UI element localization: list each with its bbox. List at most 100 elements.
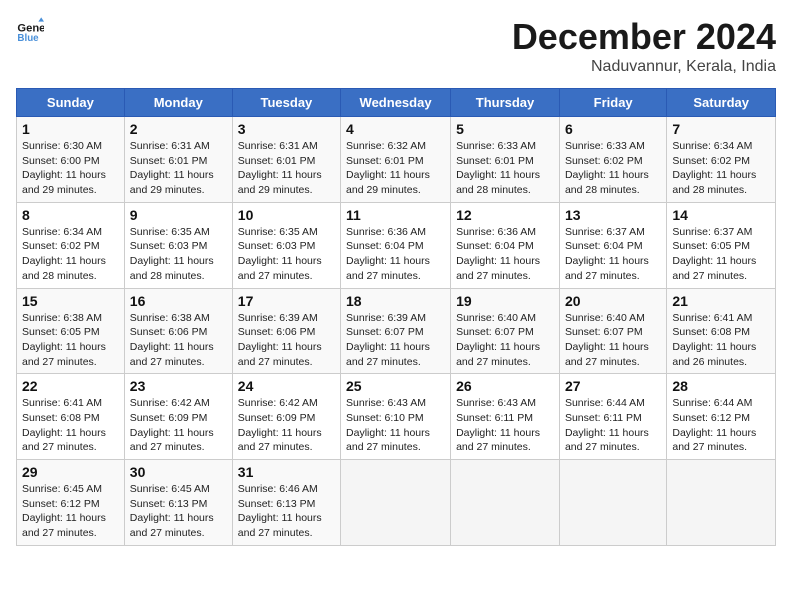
day-number: 14 [672, 207, 770, 223]
calendar-cell: 16Sunrise: 6:38 AM Sunset: 6:06 PM Dayli… [124, 288, 232, 374]
day-info: Sunrise: 6:41 AM Sunset: 6:08 PM Dayligh… [672, 311, 770, 370]
day-number: 11 [346, 207, 445, 223]
calendar-week-1: 1 Sunrise: 6:30 AM Sunset: 6:00 PM Daylig… [17, 117, 776, 203]
column-header-monday: Monday [124, 89, 232, 117]
day-info: Sunrise: 6:42 AM Sunset: 6:09 PM Dayligh… [130, 396, 227, 455]
column-header-saturday: Saturday [667, 89, 776, 117]
day-number: 23 [130, 378, 227, 394]
day-info: Sunrise: 6:35 AM Sunset: 6:03 PM Dayligh… [238, 225, 335, 284]
calendar-header-row: SundayMondayTuesdayWednesdayThursdayFrid… [17, 89, 776, 117]
day-info: Sunrise: 6:45 AM Sunset: 6:13 PM Dayligh… [130, 482, 227, 541]
calendar-cell: 3 Sunrise: 6:31 AM Sunset: 6:01 PM Daylig… [232, 117, 340, 203]
day-number: 30 [130, 464, 227, 480]
day-number: 18 [346, 293, 445, 309]
logo-icon: General Blue [16, 16, 44, 44]
day-info: Sunrise: 6:38 AM Sunset: 6:05 PM Dayligh… [22, 311, 119, 370]
day-number: 28 [672, 378, 770, 394]
day-info: Sunrise: 6:34 AM Sunset: 6:02 PM Dayligh… [672, 139, 770, 198]
calendar-cell [451, 460, 560, 546]
day-number: 2 [130, 121, 227, 137]
day-info: Sunrise: 6:35 AM Sunset: 6:03 PM Dayligh… [130, 225, 227, 284]
column-header-sunday: Sunday [17, 89, 125, 117]
calendar-cell: 31Sunrise: 6:46 AM Sunset: 6:13 PM Dayli… [232, 460, 340, 546]
calendar-cell: 12Sunrise: 6:36 AM Sunset: 6:04 PM Dayli… [451, 202, 560, 288]
day-info: Sunrise: 6:44 AM Sunset: 6:11 PM Dayligh… [565, 396, 661, 455]
day-info: Sunrise: 6:42 AM Sunset: 6:09 PM Dayligh… [238, 396, 335, 455]
calendar-body: 1 Sunrise: 6:30 AM Sunset: 6:00 PM Daylig… [17, 117, 776, 546]
day-info: Sunrise: 6:30 AM Sunset: 6:00 PM Dayligh… [22, 139, 119, 198]
calendar-cell: 6Sunrise: 6:33 AM Sunset: 6:02 PM Daylig… [559, 117, 666, 203]
calendar-week-2: 8 Sunrise: 6:34 AM Sunset: 6:02 PM Daylig… [17, 202, 776, 288]
column-header-thursday: Thursday [451, 89, 560, 117]
calendar-cell [559, 460, 666, 546]
calendar-cell [341, 460, 451, 546]
logo: General Blue [16, 16, 44, 44]
calendar-table: SundayMondayTuesdayWednesdayThursdayFrid… [16, 88, 776, 546]
day-info: Sunrise: 6:31 AM Sunset: 6:01 PM Dayligh… [130, 139, 227, 198]
day-number: 21 [672, 293, 770, 309]
day-info: Sunrise: 6:43 AM Sunset: 6:10 PM Dayligh… [346, 396, 445, 455]
day-number: 22 [22, 378, 119, 394]
day-info: Sunrise: 6:45 AM Sunset: 6:12 PM Dayligh… [22, 482, 119, 541]
month-title: December 2024 [512, 16, 776, 58]
calendar-cell: 21 Sunrise: 6:41 AM Sunset: 6:08 PM Dayli… [667, 288, 776, 374]
calendar-cell: 25 Sunrise: 6:43 AM Sunset: 6:10 PM Dayli… [341, 374, 451, 460]
calendar-cell: 17 Sunrise: 6:39 AM Sunset: 6:06 PM Dayli… [232, 288, 340, 374]
day-info: Sunrise: 6:38 AM Sunset: 6:06 PM Dayligh… [130, 311, 227, 370]
calendar-cell: 11 Sunrise: 6:36 AM Sunset: 6:04 PM Dayli… [341, 202, 451, 288]
day-number: 20 [565, 293, 661, 309]
day-number: 25 [346, 378, 445, 394]
calendar-cell: 27 Sunrise: 6:44 AM Sunset: 6:11 PM Dayli… [559, 374, 666, 460]
day-number: 29 [22, 464, 119, 480]
calendar-cell: 4Sunrise: 6:32 AM Sunset: 6:01 PM Daylig… [341, 117, 451, 203]
day-info: Sunrise: 6:39 AM Sunset: 6:07 PM Dayligh… [346, 311, 445, 370]
calendar-cell: 13 Sunrise: 6:37 AM Sunset: 6:04 PM Dayli… [559, 202, 666, 288]
column-header-friday: Friday [559, 89, 666, 117]
day-info: Sunrise: 6:46 AM Sunset: 6:13 PM Dayligh… [238, 482, 335, 541]
day-info: Sunrise: 6:33 AM Sunset: 6:01 PM Dayligh… [456, 139, 554, 198]
day-number: 24 [238, 378, 335, 394]
day-number: 3 [238, 121, 335, 137]
day-info: Sunrise: 6:44 AM Sunset: 6:12 PM Dayligh… [672, 396, 770, 455]
calendar-cell: 22Sunrise: 6:41 AM Sunset: 6:08 PM Dayli… [17, 374, 125, 460]
calendar-cell: 29 Sunrise: 6:45 AM Sunset: 6:12 PM Dayli… [17, 460, 125, 546]
day-info: Sunrise: 6:32 AM Sunset: 6:01 PM Dayligh… [346, 139, 445, 198]
day-info: Sunrise: 6:34 AM Sunset: 6:02 PM Dayligh… [22, 225, 119, 284]
day-number: 10 [238, 207, 335, 223]
calendar-week-5: 29 Sunrise: 6:45 AM Sunset: 6:12 PM Dayli… [17, 460, 776, 546]
day-number: 8 [22, 207, 119, 223]
column-header-tuesday: Tuesday [232, 89, 340, 117]
calendar-cell: 18 Sunrise: 6:39 AM Sunset: 6:07 PM Dayli… [341, 288, 451, 374]
calendar-cell [667, 460, 776, 546]
calendar-cell: 8 Sunrise: 6:34 AM Sunset: 6:02 PM Daylig… [17, 202, 125, 288]
day-number: 13 [565, 207, 661, 223]
day-number: 17 [238, 293, 335, 309]
calendar-cell: 14 Sunrise: 6:37 AM Sunset: 6:05 PM Dayli… [667, 202, 776, 288]
page-header: General Blue December 2024 Naduvannur, K… [16, 16, 776, 76]
day-info: Sunrise: 6:39 AM Sunset: 6:06 PM Dayligh… [238, 311, 335, 370]
calendar-cell: 10 Sunrise: 6:35 AM Sunset: 6:03 PM Dayli… [232, 202, 340, 288]
calendar-week-3: 15 Sunrise: 6:38 AM Sunset: 6:05 PM Dayli… [17, 288, 776, 374]
calendar-cell: 9 Sunrise: 6:35 AM Sunset: 6:03 PM Daylig… [124, 202, 232, 288]
calendar-cell: 28 Sunrise: 6:44 AM Sunset: 6:12 PM Dayli… [667, 374, 776, 460]
day-info: Sunrise: 6:33 AM Sunset: 6:02 PM Dayligh… [565, 139, 661, 198]
day-info: Sunrise: 6:37 AM Sunset: 6:04 PM Dayligh… [565, 225, 661, 284]
calendar-cell: 15 Sunrise: 6:38 AM Sunset: 6:05 PM Dayli… [17, 288, 125, 374]
day-number: 15 [22, 293, 119, 309]
day-number: 7 [672, 121, 770, 137]
title-block: December 2024 Naduvannur, Kerala, India [512, 16, 776, 76]
day-info: Sunrise: 6:37 AM Sunset: 6:05 PM Dayligh… [672, 225, 770, 284]
location-title: Naduvannur, Kerala, India [512, 58, 776, 76]
day-number: 9 [130, 207, 227, 223]
day-info: Sunrise: 6:36 AM Sunset: 6:04 PM Dayligh… [346, 225, 445, 284]
day-number: 5 [456, 121, 554, 137]
day-number: 27 [565, 378, 661, 394]
day-number: 1 [22, 121, 119, 137]
svg-text:Blue: Blue [17, 33, 39, 44]
day-number: 19 [456, 293, 554, 309]
day-number: 26 [456, 378, 554, 394]
calendar-cell: 23 Sunrise: 6:42 AM Sunset: 6:09 PM Dayli… [124, 374, 232, 460]
calendar-cell: 2 Sunrise: 6:31 AM Sunset: 6:01 PM Daylig… [124, 117, 232, 203]
calendar-cell: 26Sunrise: 6:43 AM Sunset: 6:11 PM Dayli… [451, 374, 560, 460]
day-info: Sunrise: 6:31 AM Sunset: 6:01 PM Dayligh… [238, 139, 335, 198]
